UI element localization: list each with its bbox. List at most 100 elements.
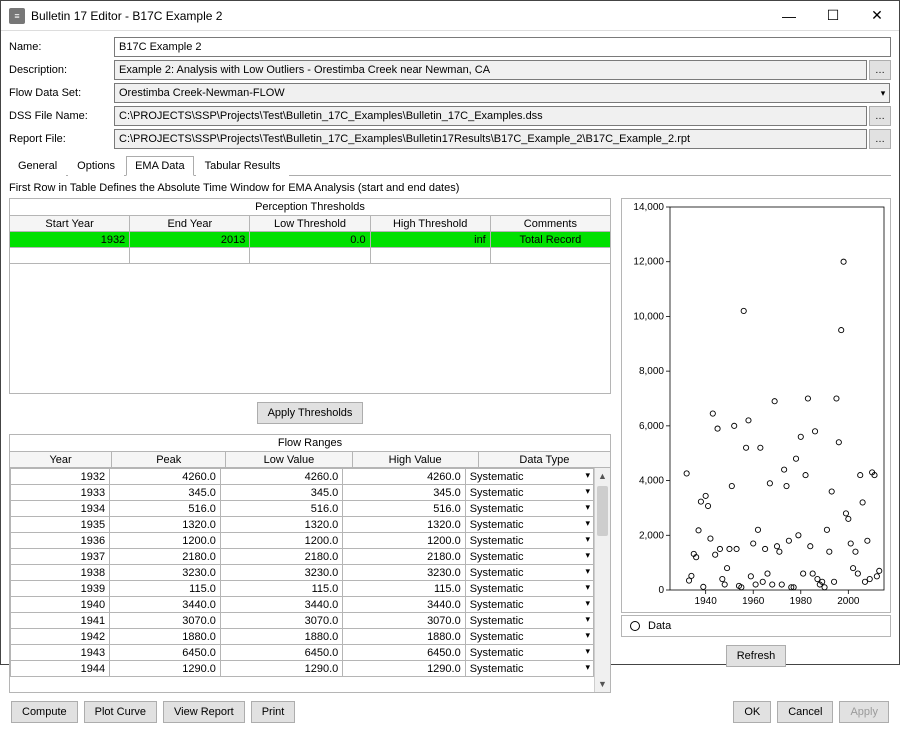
report-file-ellipsis-button[interactable]: … <box>869 129 891 149</box>
table-row[interactable]: 19351320.01320.01320.0Systematic <box>11 517 594 533</box>
cell-year[interactable]: 1934 <box>11 501 110 517</box>
apply-thresholds-button[interactable]: Apply Thresholds <box>257 402 364 424</box>
table-row[interactable]: 19372180.02180.02180.0Systematic <box>11 549 594 565</box>
close-button[interactable]: ✕ <box>855 1 899 31</box>
cell-peak[interactable]: 6450.0 <box>110 645 221 661</box>
cell-high-value[interactable]: 115.0 <box>343 581 465 597</box>
description-ellipsis-button[interactable]: … <box>869 60 891 80</box>
cell-high-threshold[interactable]: inf <box>370 232 490 248</box>
cell-data-type[interactable]: Systematic <box>465 533 593 549</box>
table-row[interactable]: 19324260.04260.04260.0Systematic <box>11 469 594 485</box>
cell-high-value[interactable]: 4260.0 <box>343 469 465 485</box>
table-row[interactable]: 19441290.01290.01290.0Systematic <box>11 661 594 677</box>
cell-year[interactable]: 1939 <box>11 581 110 597</box>
table-row[interactable]: 19436450.06450.06450.0Systematic <box>11 645 594 661</box>
cell-peak[interactable]: 1290.0 <box>110 661 221 677</box>
cell-year[interactable]: 1932 <box>11 469 110 485</box>
cell-high-value[interactable]: 1880.0 <box>343 629 465 645</box>
cell-year[interactable]: 1943 <box>11 645 110 661</box>
cell-data-type[interactable]: Systematic <box>465 501 593 517</box>
cell-data-type[interactable]: Systematic <box>465 645 593 661</box>
cancel-button[interactable]: Cancel <box>777 701 833 723</box>
cell-year[interactable]: 1940 <box>11 597 110 613</box>
cell-peak[interactable]: 1200.0 <box>110 533 221 549</box>
cell-data-type[interactable]: Systematic <box>465 613 593 629</box>
cell-high-value[interactable]: 6450.0 <box>343 645 465 661</box>
tab-tabular-results[interactable]: Tabular Results <box>196 156 290 176</box>
dss-file-field[interactable] <box>114 106 867 126</box>
cell-peak[interactable]: 3440.0 <box>110 597 221 613</box>
cell-peak[interactable]: 3230.0 <box>110 565 221 581</box>
cell-low-value[interactable]: 516.0 <box>220 501 342 517</box>
report-file-field[interactable] <box>114 129 867 149</box>
cell-data-type[interactable]: Systematic <box>465 485 593 501</box>
cell-high-value[interactable]: 516.0 <box>343 501 465 517</box>
table-row[interactable]: 19361200.01200.01200.0Systematic <box>11 533 594 549</box>
cell-data-type[interactable]: Systematic <box>465 549 593 565</box>
cell-high-value[interactable]: 3230.0 <box>343 565 465 581</box>
scroll-down-icon[interactable]: ▼ <box>595 676 610 692</box>
cell-data-type[interactable]: Systematic <box>465 565 593 581</box>
cell-peak[interactable]: 345.0 <box>110 485 221 501</box>
cell-peak[interactable]: 516.0 <box>110 501 221 517</box>
table-row[interactable]: 1939115.0115.0115.0Systematic <box>11 581 594 597</box>
cell-peak[interactable]: 2180.0 <box>110 549 221 565</box>
cell-data-type[interactable]: Systematic <box>465 469 593 485</box>
minimize-button[interactable]: — <box>767 1 811 31</box>
cell-low-value[interactable]: 1290.0 <box>220 661 342 677</box>
cell-peak[interactable]: 4260.0 <box>110 469 221 485</box>
cell-start-year[interactable]: 1932 <box>10 232 130 248</box>
perception-row-selected[interactable]: 1932 2013 0.0 inf Total Record <box>10 232 611 248</box>
cell-high-value[interactable]: 1290.0 <box>343 661 465 677</box>
table-row[interactable]: 1934516.0516.0516.0Systematic <box>11 501 594 517</box>
cell-low-value[interactable]: 1880.0 <box>220 629 342 645</box>
cell-data-type[interactable]: Systematic <box>465 517 593 533</box>
flow-ranges-table[interactable]: 19324260.04260.04260.0Systematic1933345.… <box>10 468 594 677</box>
maximize-button[interactable]: ☐ <box>811 1 855 31</box>
cell-peak[interactable]: 3070.0 <box>110 613 221 629</box>
cell-high-value[interactable]: 1320.0 <box>343 517 465 533</box>
cell-peak[interactable]: 1320.0 <box>110 517 221 533</box>
cell-year[interactable]: 1938 <box>11 565 110 581</box>
cell-year[interactable]: 1942 <box>11 629 110 645</box>
scroll-up-icon[interactable]: ▲ <box>595 468 610 484</box>
cell-comments[interactable]: Total Record <box>490 232 610 248</box>
name-field[interactable] <box>114 37 891 57</box>
cell-low-value[interactable]: 3440.0 <box>220 597 342 613</box>
table-row[interactable]: 19383230.03230.03230.0Systematic <box>11 565 594 581</box>
table-row[interactable]: 19413070.03070.03070.0Systematic <box>11 613 594 629</box>
cell-high-value[interactable]: 3070.0 <box>343 613 465 629</box>
cell-data-type[interactable]: Systematic <box>465 661 593 677</box>
plot-curve-button[interactable]: Plot Curve <box>84 701 157 723</box>
cell-low-value[interactable]: 3070.0 <box>220 613 342 629</box>
cell-low-value[interactable]: 6450.0 <box>220 645 342 661</box>
cell-high-value[interactable]: 3440.0 <box>343 597 465 613</box>
cell-low-value[interactable]: 345.0 <box>220 485 342 501</box>
cell-year[interactable]: 1936 <box>11 533 110 549</box>
cell-low-value[interactable]: 1200.0 <box>220 533 342 549</box>
cell-data-type[interactable]: Systematic <box>465 597 593 613</box>
apply-button[interactable]: Apply <box>839 701 889 723</box>
dss-file-ellipsis-button[interactable]: … <box>869 106 891 126</box>
cell-year[interactable]: 1933 <box>11 485 110 501</box>
cell-low-value[interactable]: 115.0 <box>220 581 342 597</box>
cell-high-value[interactable]: 345.0 <box>343 485 465 501</box>
ok-button[interactable]: OK <box>733 701 771 723</box>
cell-high-value[interactable]: 2180.0 <box>343 549 465 565</box>
table-row[interactable]: 19403440.03440.03440.0Systematic <box>11 597 594 613</box>
cell-peak[interactable]: 115.0 <box>110 581 221 597</box>
table-row[interactable]: 19421880.01880.01880.0Systematic <box>11 629 594 645</box>
cell-low-value[interactable]: 3230.0 <box>220 565 342 581</box>
perception-row-empty[interactable] <box>10 248 611 264</box>
tab-ema-data[interactable]: EMA Data <box>126 156 194 176</box>
tab-options[interactable]: Options <box>68 156 124 176</box>
cell-end-year[interactable]: 2013 <box>130 232 250 248</box>
cell-low-threshold[interactable]: 0.0 <box>250 232 370 248</box>
print-button[interactable]: Print <box>251 701 296 723</box>
scroll-thumb[interactable] <box>597 486 608 536</box>
table-row[interactable]: 1933345.0345.0345.0Systematic <box>11 485 594 501</box>
cell-low-value[interactable]: 1320.0 <box>220 517 342 533</box>
cell-high-value[interactable]: 1200.0 <box>343 533 465 549</box>
cell-year[interactable]: 1944 <box>11 661 110 677</box>
cell-year[interactable]: 1941 <box>11 613 110 629</box>
